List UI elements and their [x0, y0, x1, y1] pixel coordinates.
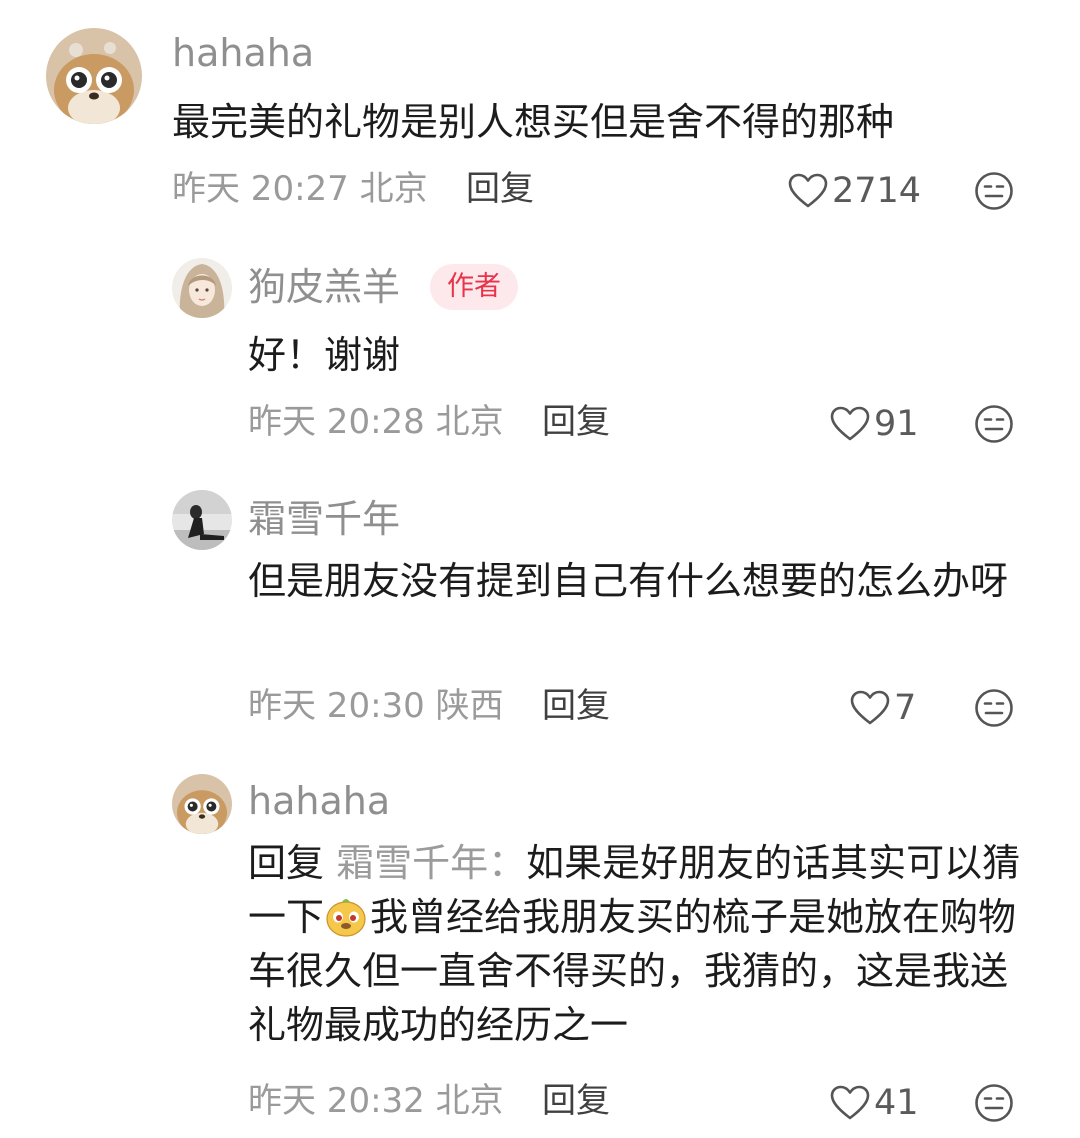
- reply-button[interactable]: 回复: [466, 172, 534, 206]
- reply-button[interactable]: 回复: [542, 405, 610, 439]
- comment-text: 最完美的礼物是别人想买但是舍不得的那种: [172, 100, 895, 144]
- comment-item: hahaha 回复 霜雪千年：如果是好朋友的话其实可以猜一下 我曾经给我朋友买的…: [0, 750, 1080, 1138]
- comment-time: 昨天 20:28: [248, 402, 425, 442]
- comment-text: 但是朋友没有提到自己有什么想要的怎么办呀: [248, 559, 1009, 603]
- like-button[interactable]: 7: [850, 688, 916, 728]
- like-button[interactable]: 41: [830, 1083, 919, 1123]
- avatar[interactable]: [172, 774, 232, 834]
- comment-location: 北京: [435, 1081, 504, 1121]
- doge-emoji-icon: [324, 894, 368, 938]
- author-badge: 作者: [430, 264, 518, 310]
- like-count: 7: [894, 687, 917, 728]
- like-button[interactable]: 2714: [788, 171, 921, 211]
- like-count: 2714: [832, 170, 922, 211]
- comment-time: 昨天 20:32: [248, 1081, 425, 1121]
- heart-outline-icon: [830, 406, 870, 441]
- dislike-button[interactable]: [974, 404, 1014, 444]
- reply-prefix: 回复: [248, 841, 325, 885]
- reply-target-username[interactable]: 霜雪千年：: [336, 841, 526, 885]
- cartoon-bear-avatar-icon: [172, 774, 232, 834]
- meh-face-icon: [975, 689, 1013, 727]
- comment-location: 陕西: [435, 686, 504, 726]
- like-count: 91: [874, 403, 919, 444]
- like-button[interactable]: 91: [830, 404, 919, 444]
- comment-meta: 昨天 20:27 北京: [172, 172, 428, 206]
- comment-item: hahaha 最完美的礼物是别人想买但是舍不得的那种 昨天 20:27 北京 回…: [0, 0, 1080, 240]
- comment-meta: 昨天 20:30 陕西: [248, 689, 504, 723]
- comment-location: 北京: [359, 169, 428, 209]
- reply-button[interactable]: 回复: [542, 689, 610, 723]
- avatar[interactable]: [172, 258, 232, 318]
- avatar[interactable]: [172, 490, 232, 550]
- dislike-button[interactable]: [974, 1083, 1014, 1123]
- comment-item: 霜雪千年 但是朋友没有提到自己有什么想要的怎么办呀 昨天 20:30 陕西 回复…: [0, 470, 1080, 750]
- username[interactable]: 霜雪千年: [248, 500, 400, 538]
- comment-location: 北京: [435, 402, 504, 442]
- meh-face-icon: [975, 405, 1013, 443]
- avatar[interactable]: [46, 28, 142, 124]
- dislike-button[interactable]: [974, 688, 1014, 728]
- comment-time: 昨天 20:30: [248, 686, 425, 726]
- anime-girl-avatar-icon: [172, 258, 232, 318]
- heart-outline-icon: [788, 173, 828, 208]
- comment-text: 回复 霜雪千年：如果是好朋友的话其实可以猜一下 我曾经给我朋友买的梳子是她放在购…: [248, 836, 1038, 1052]
- comment-meta: 昨天 20:28 北京: [248, 405, 504, 439]
- comment-time: 昨天 20:27: [172, 169, 349, 209]
- like-count: 41: [874, 1082, 919, 1123]
- username[interactable]: hahaha: [172, 34, 314, 72]
- meh-face-icon: [975, 172, 1013, 210]
- comment-meta: 昨天 20:32 北京: [248, 1084, 504, 1118]
- username[interactable]: 狗皮羔羊: [248, 268, 400, 306]
- meh-face-icon: [975, 1084, 1013, 1122]
- heart-outline-icon: [830, 1085, 870, 1120]
- person-photo-avatar-icon: [172, 490, 232, 550]
- comment-text: 好！谢谢: [248, 333, 401, 377]
- cartoon-bear-avatar-icon: [46, 28, 142, 124]
- username[interactable]: hahaha: [248, 782, 390, 820]
- heart-outline-icon: [850, 690, 890, 725]
- reply-button[interactable]: 回复: [542, 1084, 610, 1118]
- dislike-button[interactable]: [974, 171, 1014, 211]
- comment-item: 狗皮羔羊 作者 好！谢谢 昨天 20:28 北京 回复 91: [0, 240, 1080, 470]
